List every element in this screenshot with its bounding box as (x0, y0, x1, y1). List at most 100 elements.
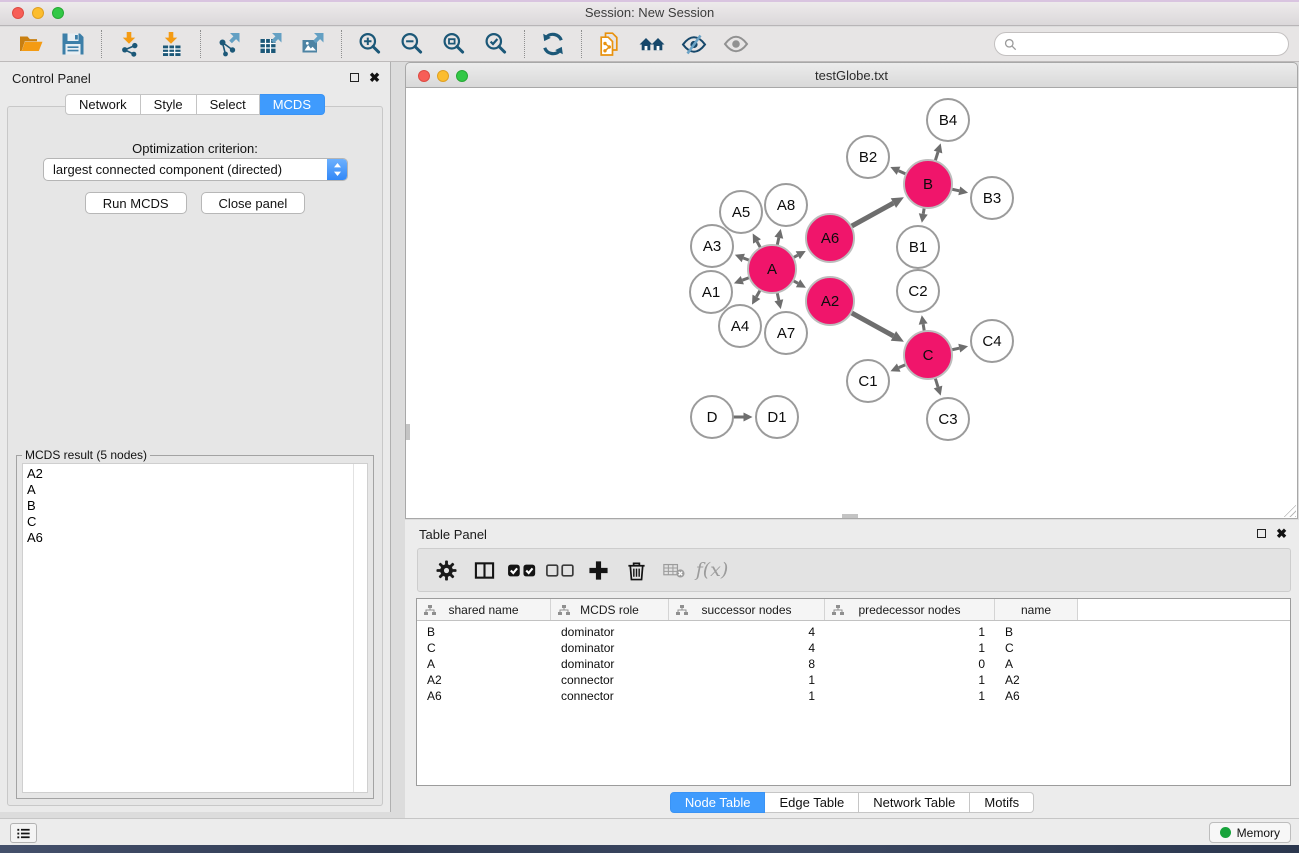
run-mcds-button[interactable]: Run MCDS (85, 192, 187, 214)
table-row[interactable]: A6connector11A6 (417, 688, 1290, 704)
node-B3[interactable]: B3 (971, 177, 1013, 219)
import-network-icon[interactable] (109, 29, 151, 60)
folder-open-icon[interactable] (10, 29, 52, 60)
export-table-icon[interactable] (250, 29, 292, 60)
node-A3[interactable]: A3 (691, 225, 733, 267)
column-header-MCDS-role[interactable]: MCDS role (551, 599, 669, 620)
net-maximize-button[interactable] (456, 70, 468, 82)
vertical-scroll-nub[interactable] (406, 424, 410, 440)
table-row[interactable]: Bdominator41B (417, 624, 1290, 640)
node-B[interactable]: B (904, 160, 952, 208)
tab-network-table[interactable]: Network Table (859, 792, 970, 813)
edge-A-A4[interactable] (756, 290, 760, 297)
node-A6[interactable]: A6 (806, 214, 854, 262)
node-A5[interactable]: A5 (720, 191, 762, 233)
node-A2[interactable]: A2 (806, 277, 854, 325)
export-network-icon[interactable] (208, 29, 250, 60)
column-header-shared-name[interactable]: shared name (417, 599, 551, 620)
table-row[interactable]: A2connector11A2 (417, 672, 1290, 688)
edge-B-B4[interactable] (935, 152, 938, 161)
node-B4[interactable]: B4 (927, 99, 969, 141)
horizontal-scroll-nub[interactable] (842, 514, 858, 518)
memory-button[interactable]: Memory (1209, 822, 1291, 843)
close-panel-icon[interactable]: ✖ (369, 71, 380, 84)
criterion-select[interactable]: largest connected component (directed) (43, 158, 348, 181)
node-D1[interactable]: D1 (756, 396, 798, 438)
minimize-window-button[interactable] (32, 7, 44, 19)
column-header-predecessor-nodes[interactable]: predecessor nodes (825, 599, 995, 620)
search-input[interactable] (1022, 36, 1279, 53)
float-table-panel-icon[interactable] (1257, 529, 1266, 538)
floppy-save-icon[interactable] (52, 29, 94, 60)
zoom-selected-icon[interactable] (475, 29, 517, 60)
zoom-in-icon[interactable] (349, 29, 391, 60)
close-table-panel-icon[interactable]: ✖ (1276, 527, 1287, 540)
export-image-icon[interactable] (292, 29, 334, 60)
network-window-titlebar[interactable]: testGlobe.txt (405, 62, 1298, 88)
node-A7[interactable]: A7 (765, 312, 807, 354)
maximize-window-button[interactable] (52, 7, 64, 19)
tab-node-table[interactable]: Node Table (670, 792, 766, 813)
search-field[interactable] (994, 32, 1289, 56)
node-A4[interactable]: A4 (719, 305, 761, 347)
float-panel-icon[interactable] (350, 73, 359, 82)
node-A1[interactable]: A1 (690, 271, 732, 313)
mcds-result-list[interactable]: A2ABCA6 (22, 463, 368, 793)
node-C[interactable]: C (904, 331, 952, 379)
double-house-icon[interactable] (631, 29, 673, 60)
mcds-result-item[interactable]: A6 (23, 530, 367, 546)
edge-C-C1[interactable] (899, 365, 906, 368)
edge-B-B3[interactable] (951, 189, 959, 191)
network-canvas[interactable]: B4 B2 B B3 A8A5 A6 A3 B1 A A1 C2 A2 A4A7 C4 C C1 D D1 C3 (405, 88, 1298, 519)
edge-B-B2[interactable] (899, 171, 907, 174)
tab-style[interactable]: Style (141, 94, 197, 115)
import-table-icon[interactable] (151, 29, 193, 60)
edge-A-A8[interactable] (777, 238, 779, 246)
close-panel-button[interactable]: Close panel (201, 192, 306, 214)
gear-icon[interactable] (427, 551, 465, 589)
edge-A-A1[interactable] (742, 277, 749, 280)
node-A8[interactable]: A8 (765, 184, 807, 226)
add-column-icon[interactable] (579, 551, 617, 589)
tab-select[interactable]: Select (197, 94, 260, 115)
split-columns-icon[interactable] (465, 551, 503, 589)
mcds-result-item[interactable]: A2 (23, 466, 367, 482)
column-header-successor-nodes[interactable]: successor nodes (669, 599, 825, 620)
node-C4[interactable]: C4 (971, 320, 1013, 362)
net-minimize-button[interactable] (437, 70, 449, 82)
net-close-button[interactable] (418, 70, 430, 82)
edge-A-A3[interactable] (743, 258, 749, 260)
column-header-name[interactable]: name (995, 599, 1078, 620)
node-D[interactable]: D (691, 396, 733, 438)
mcds-result-item[interactable]: A (23, 482, 367, 498)
edge-A6-B[interactable] (851, 203, 893, 226)
document-network-icon[interactable] (589, 29, 631, 60)
node-C2[interactable]: C2 (897, 270, 939, 312)
node-B2[interactable]: B2 (847, 136, 889, 178)
tab-edge-table[interactable]: Edge Table (765, 792, 859, 813)
tab-network[interactable]: Network (65, 94, 141, 115)
edge-C-C4[interactable] (951, 348, 959, 350)
edge-A-A7[interactable] (777, 292, 779, 300)
zoom-out-icon[interactable] (391, 29, 433, 60)
delete-column-icon[interactable] (617, 551, 655, 589)
node-C1[interactable]: C1 (847, 360, 889, 402)
task-history-button[interactable] (10, 823, 37, 843)
edge-C-C3[interactable] (935, 378, 938, 387)
zoom-fit-icon[interactable] (433, 29, 475, 60)
tab-motifs[interactable]: Motifs (970, 792, 1034, 813)
edge-A2-C[interactable] (851, 313, 893, 336)
checked-boxes-icon[interactable] (503, 551, 541, 589)
node-C3[interactable]: C3 (927, 398, 969, 440)
eye-slash-icon[interactable] (673, 29, 715, 60)
table-row[interactable]: Adominator80A (417, 656, 1290, 672)
node-A[interactable]: A (748, 245, 796, 293)
close-window-button[interactable] (12, 7, 24, 19)
unchecked-boxes-icon[interactable] (541, 551, 579, 589)
network-graph[interactable]: B4 B2 B B3 A8A5 A6 A3 B1 A A1 C2 A2 A4A7 C4 C C1 D D1 C3 (406, 88, 1297, 517)
refresh-icon[interactable] (532, 29, 574, 60)
mcds-result-item[interactable]: C (23, 514, 367, 530)
table-row[interactable]: Cdominator41C (417, 640, 1290, 656)
node-B1[interactable]: B1 (897, 226, 939, 268)
mcds-result-item[interactable]: B (23, 498, 367, 514)
